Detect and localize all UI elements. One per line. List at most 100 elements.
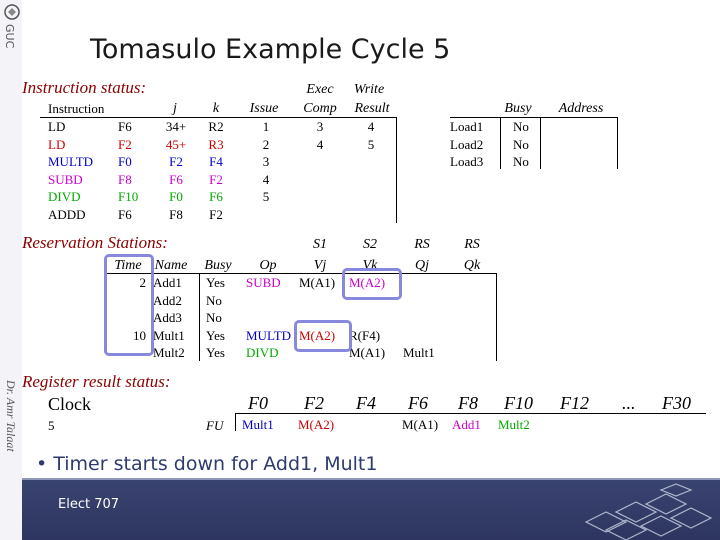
instr-dest: F6: [118, 119, 132, 134]
instr-right-border: [396, 117, 397, 223]
slide-title: Tomasulo Example Cycle 5: [90, 34, 451, 65]
logo-text: GUC: [3, 24, 16, 49]
header-s1: S1: [313, 237, 327, 252]
rs-header-rule: [106, 273, 496, 274]
add1-vk-highlight: [342, 268, 402, 300]
load-name: Load1: [450, 119, 484, 134]
header-rs-k: RS: [464, 237, 480, 252]
mult1-vj-highlight: [294, 320, 352, 352]
load-busy-border: [500, 117, 501, 169]
register-name: F30: [662, 393, 691, 413]
header-s2: S2: [363, 237, 377, 252]
instr-write: 4: [367, 119, 375, 134]
header-op: Op: [259, 258, 277, 273]
instr-j: 45+: [165, 136, 187, 152]
instr-op: SUBD: [48, 171, 83, 187]
footer-bar: [22, 480, 720, 540]
rs-op: DIVD: [246, 345, 279, 360]
header-comp: Comp: [303, 101, 337, 116]
instr-k: F2: [209, 206, 223, 222]
rs-busy: No: [206, 310, 222, 325]
instr-op: ADDD: [48, 206, 86, 222]
instr-op: MULTD: [48, 154, 94, 169]
instr-k: F2: [209, 171, 223, 187]
instr-dest: F0: [118, 154, 132, 169]
instr-j: F8: [169, 206, 183, 222]
time-column-highlight: [104, 254, 154, 356]
register-name: F6: [408, 393, 428, 413]
bullet-content: Timer starts down for Add1, Mult1: [53, 453, 378, 475]
fu-label: FU: [206, 418, 224, 433]
instr-j: 34+: [165, 119, 187, 134]
header-exec: Exec: [306, 82, 334, 97]
instr-issue: 2: [262, 136, 270, 152]
register-name: F4: [356, 393, 376, 413]
rs-name: Add1: [153, 275, 182, 290]
instr-k: F4: [209, 154, 223, 169]
rs-vk: R(F4): [349, 327, 381, 343]
instr-issue: 1: [262, 119, 270, 134]
load-name: Load3: [450, 154, 484, 169]
instruction-status-heading: Instruction status:: [22, 78, 147, 97]
header-result: Result: [354, 101, 390, 116]
load-busy: No: [513, 136, 529, 152]
load-header-rule: [450, 117, 618, 118]
instr-op: LD: [48, 119, 66, 134]
rs-name: Mult2: [153, 345, 185, 360]
instr-op: DIVD: [48, 189, 81, 204]
load-busy: No: [513, 119, 529, 134]
rs-busy: Yes: [206, 345, 225, 360]
clock-label: Clock: [48, 394, 91, 414]
bullet-text: • Timer starts down for Add1, Mult1: [36, 453, 378, 475]
register-fu-value: Mult1: [242, 417, 274, 432]
register-name: ...: [622, 393, 636, 413]
rs-op: SUBD: [246, 275, 281, 290]
header-address: Address: [558, 101, 604, 116]
rs-op: MULTD: [246, 327, 292, 343]
instr-k: F6: [209, 189, 223, 204]
instr-k: R3: [208, 136, 224, 152]
register-fu-value: Add1: [452, 417, 481, 432]
header-issue: Issue: [249, 101, 279, 116]
rs-right-border: [496, 273, 497, 361]
header-vj: Vj: [313, 258, 327, 273]
load-busy: No: [513, 154, 529, 169]
rs-busy: Yes: [206, 327, 225, 343]
load-name: Load2: [450, 136, 484, 152]
header-qj: Qj: [415, 258, 429, 273]
register-name: F0: [248, 393, 268, 413]
instr-dest: F8: [118, 171, 132, 187]
rs-busy: No: [206, 292, 222, 308]
instr-issue: 3: [262, 154, 270, 169]
instr-j: F0: [169, 189, 183, 204]
instr-dest: F2: [118, 136, 132, 152]
rs-name: Add2: [153, 292, 182, 308]
instr-op: LD: [48, 136, 66, 152]
register-status-heading: Register result status:: [22, 372, 171, 391]
instr-j: F6: [169, 171, 183, 187]
register-fu-value: M(A2): [298, 417, 335, 432]
reservation-stations-heading: Reservation Stations:: [22, 233, 168, 252]
instr-header-rule: [40, 117, 396, 118]
header-j: j: [173, 101, 177, 116]
register-name: F8: [458, 393, 478, 413]
register-fu-value: Mult2: [498, 417, 530, 432]
register-name: F12: [560, 393, 589, 413]
header-k: k: [212, 101, 220, 116]
header-instruction: Instruction: [48, 101, 105, 116]
instr-write: 5: [367, 136, 375, 152]
instr-exec: 3: [316, 119, 324, 134]
instr-dest: F6: [118, 206, 132, 222]
clock-value: 5: [48, 418, 55, 433]
register-left-border: [235, 413, 236, 431]
header-qk: Qk: [463, 258, 481, 273]
rs-name: Add3: [153, 310, 182, 325]
rs-busy-border: [199, 273, 200, 361]
instr-dest: F10: [118, 189, 139, 204]
guc-logo-icon: GUC: [3, 4, 20, 49]
load-right-border: [617, 117, 618, 169]
header-rs-busy: Busy: [204, 258, 232, 273]
footer-label: Elect 707: [58, 497, 120, 512]
register-name: F2: [304, 393, 324, 413]
header-name: Name: [154, 258, 188, 273]
